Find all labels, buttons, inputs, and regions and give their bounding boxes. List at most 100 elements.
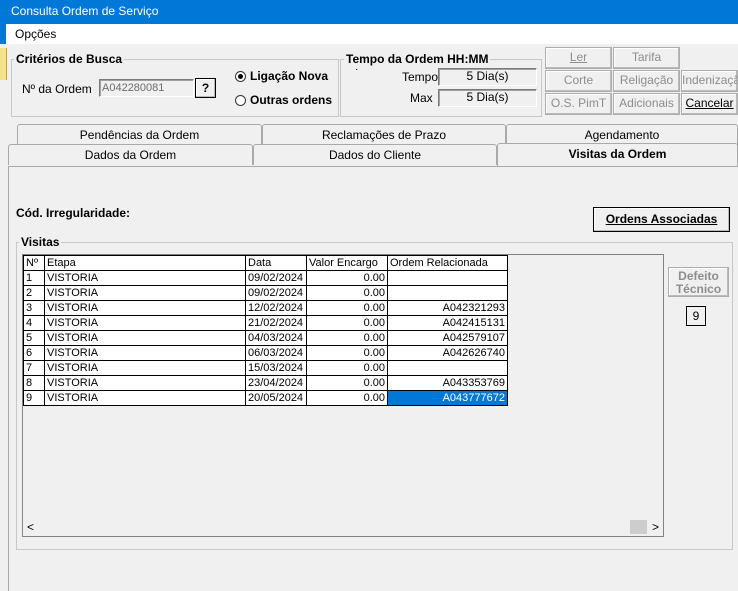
cell-number[interactable]: 6	[23, 345, 45, 361]
horizontal-scrollbar[interactable]	[23, 518, 663, 536]
radio-new-connection-label: Ligação Nova	[250, 69, 329, 83]
order-number-label: Nº da Ordem	[22, 82, 92, 96]
cell-etapa[interactable]: VISTORIA	[44, 345, 246, 361]
tab-agendamento[interactable]: Agendamento	[506, 124, 738, 145]
cell-etapa[interactable]: VISTORIA	[44, 300, 246, 316]
tarifa-button[interactable]: Tarifa	[613, 47, 680, 69]
time-legend: Tempo da Ordem HH:MM	[344, 52, 491, 66]
cell-data[interactable]: 04/03/2024	[245, 330, 307, 346]
cell-ordem[interactable]	[387, 270, 508, 286]
table-row[interactable]: 6 VISTORIA 06/03/2024 0.00 A042626740	[23, 345, 508, 361]
window-title: Consulta Ordem de Serviço	[11, 4, 159, 18]
cell-data[interactable]: 23/04/2024	[245, 375, 307, 391]
col-header-valor[interactable]: Valor Encargo	[306, 255, 388, 271]
cell-etapa[interactable]: VISTORIA	[44, 390, 246, 406]
indenizacao-button[interactable]: Indenizaçã	[681, 70, 738, 92]
tab-visitas-ordem[interactable]: Visitas da Ordem	[497, 143, 738, 167]
cell-number[interactable]: 1	[23, 270, 45, 286]
cell-etapa[interactable]: VISTORIA	[44, 315, 246, 331]
table-row[interactable]: 9 VISTORIA 20/05/2024 0.00 A043777672	[23, 390, 508, 406]
cell-ordem[interactable]: A042579107	[387, 330, 508, 346]
cell-etapa[interactable]: VISTORIA	[44, 270, 246, 286]
cell-ordem[interactable]	[387, 360, 508, 376]
associated-orders-button[interactable]: Ordens Associadas	[593, 207, 730, 232]
cell-number[interactable]: 8	[23, 375, 45, 391]
table-row[interactable]: 7 VISTORIA 15/03/2024 0.00	[23, 360, 508, 376]
cell-valor[interactable]: 0.00	[306, 270, 388, 286]
tab-dados-cliente[interactable]: Dados do Cliente	[253, 144, 497, 165]
cell-etapa[interactable]: VISTORIA	[44, 285, 246, 301]
radio-other-orders-label: Outras ordens	[250, 93, 333, 107]
cell-ordem[interactable]: A043353769	[387, 375, 508, 391]
table-row[interactable]: 1 VISTORIA 09/02/2024 0.00	[23, 270, 508, 286]
tempo-label: Tempo	[402, 70, 439, 84]
cell-valor[interactable]: 0.00	[306, 345, 388, 361]
tempo-value: 5 Dia(s)	[438, 68, 537, 86]
tab-dados-ordem[interactable]: Dados da Ordem	[8, 144, 253, 165]
table-row[interactable]: 4 VISTORIA 21/02/2024 0.00 A042415131	[23, 315, 508, 331]
defect-technical-button[interactable]: Defeito Técnico	[668, 267, 729, 297]
cell-data[interactable]: 15/03/2024	[245, 360, 307, 376]
cell-valor[interactable]: 0.00	[306, 375, 388, 391]
menu-bar: Opções	[6, 24, 738, 44]
max-value: 5 Dia(s)	[438, 89, 537, 107]
radio-other-orders[interactable]	[235, 95, 246, 106]
cell-data[interactable]: 20/05/2024	[245, 390, 307, 406]
cell-data[interactable]: 21/02/2024	[245, 315, 307, 331]
scroll-left-arrow[interactable]: <	[27, 520, 34, 534]
cell-number[interactable]: 2	[23, 285, 45, 301]
col-header-data[interactable]: Data	[245, 255, 307, 271]
col-header-ordem[interactable]: Ordem Relacionada	[387, 255, 508, 271]
religacao-button[interactable]: Religação	[613, 70, 680, 92]
table-row[interactable]: 2 VISTORIA 09/02/2024 0.00	[23, 285, 508, 301]
cell-number[interactable]: 9	[23, 390, 45, 406]
table-row[interactable]: 3 VISTORIA 12/02/2024 0.00 A042321293	[23, 300, 508, 316]
cell-ordem[interactable]: A042626740	[387, 345, 508, 361]
cell-ordem[interactable]: A043777672	[387, 390, 508, 406]
cell-data[interactable]: 12/02/2024	[245, 300, 307, 316]
cell-number[interactable]: 4	[23, 315, 45, 331]
visits-legend: Visitas	[19, 235, 62, 249]
cell-etapa[interactable]: VISTORIA	[44, 360, 246, 376]
cell-number[interactable]: 7	[23, 360, 45, 376]
cell-valor[interactable]: 0.00	[306, 300, 388, 316]
cell-ordem[interactable]	[387, 285, 508, 301]
cell-data[interactable]: 09/02/2024	[245, 285, 307, 301]
cell-ordem[interactable]: A042415131	[387, 315, 508, 331]
cell-valor[interactable]: 0.00	[306, 315, 388, 331]
cell-etapa[interactable]: VISTORIA	[44, 375, 246, 391]
cell-etapa[interactable]: VISTORIA	[44, 330, 246, 346]
cell-data[interactable]: 09/02/2024	[245, 270, 307, 286]
scroll-right-arrow[interactable]: >	[652, 520, 659, 534]
max-label: Max	[410, 91, 433, 105]
cancelar-button[interactable]: Cancelar	[681, 93, 738, 115]
cell-ordem[interactable]: A042321293	[387, 300, 508, 316]
tab-panel-left-border	[8, 166, 9, 591]
defect-count: 9	[686, 306, 706, 326]
visits-table: Nº Etapa Data Valor Encargo Ordem Relaci…	[23, 255, 508, 406]
cell-data[interactable]: 06/03/2024	[245, 345, 307, 361]
cell-valor[interactable]: 0.00	[306, 360, 388, 376]
tab-reclamacoes[interactable]: Reclamações de Prazo	[262, 124, 506, 145]
tab-panel-top-border	[8, 166, 738, 167]
cell-valor[interactable]: 0.00	[306, 330, 388, 346]
os-pimt-button[interactable]: O.S. PimT	[545, 93, 612, 115]
cell-number[interactable]: 5	[23, 330, 45, 346]
order-number-input[interactable]: A042280081	[99, 79, 194, 97]
menu-options[interactable]: Opções	[15, 27, 56, 41]
table-row[interactable]: 8 VISTORIA 23/04/2024 0.00 A043353769	[23, 375, 508, 391]
scroll-thumb[interactable]	[630, 520, 647, 534]
col-header-number[interactable]: Nº	[23, 255, 45, 271]
irregularity-label: Cód. Irregularidade:	[16, 206, 131, 220]
table-row[interactable]: 5 VISTORIA 04/03/2024 0.00 A042579107	[23, 330, 508, 346]
radio-new-connection[interactable]	[235, 71, 246, 82]
ler-button[interactable]: Ler	[545, 47, 612, 69]
cell-number[interactable]: 3	[23, 300, 45, 316]
cell-valor[interactable]: 0.00	[306, 390, 388, 406]
tab-pendencias[interactable]: Pendências da Ordem	[17, 124, 262, 145]
corte-button[interactable]: Corte	[545, 70, 612, 92]
col-header-etapa[interactable]: Etapa	[44, 255, 246, 271]
cell-valor[interactable]: 0.00	[306, 285, 388, 301]
order-lookup-button[interactable]: ?	[195, 78, 216, 98]
adicionais-button[interactable]: Adicionais	[613, 93, 680, 115]
